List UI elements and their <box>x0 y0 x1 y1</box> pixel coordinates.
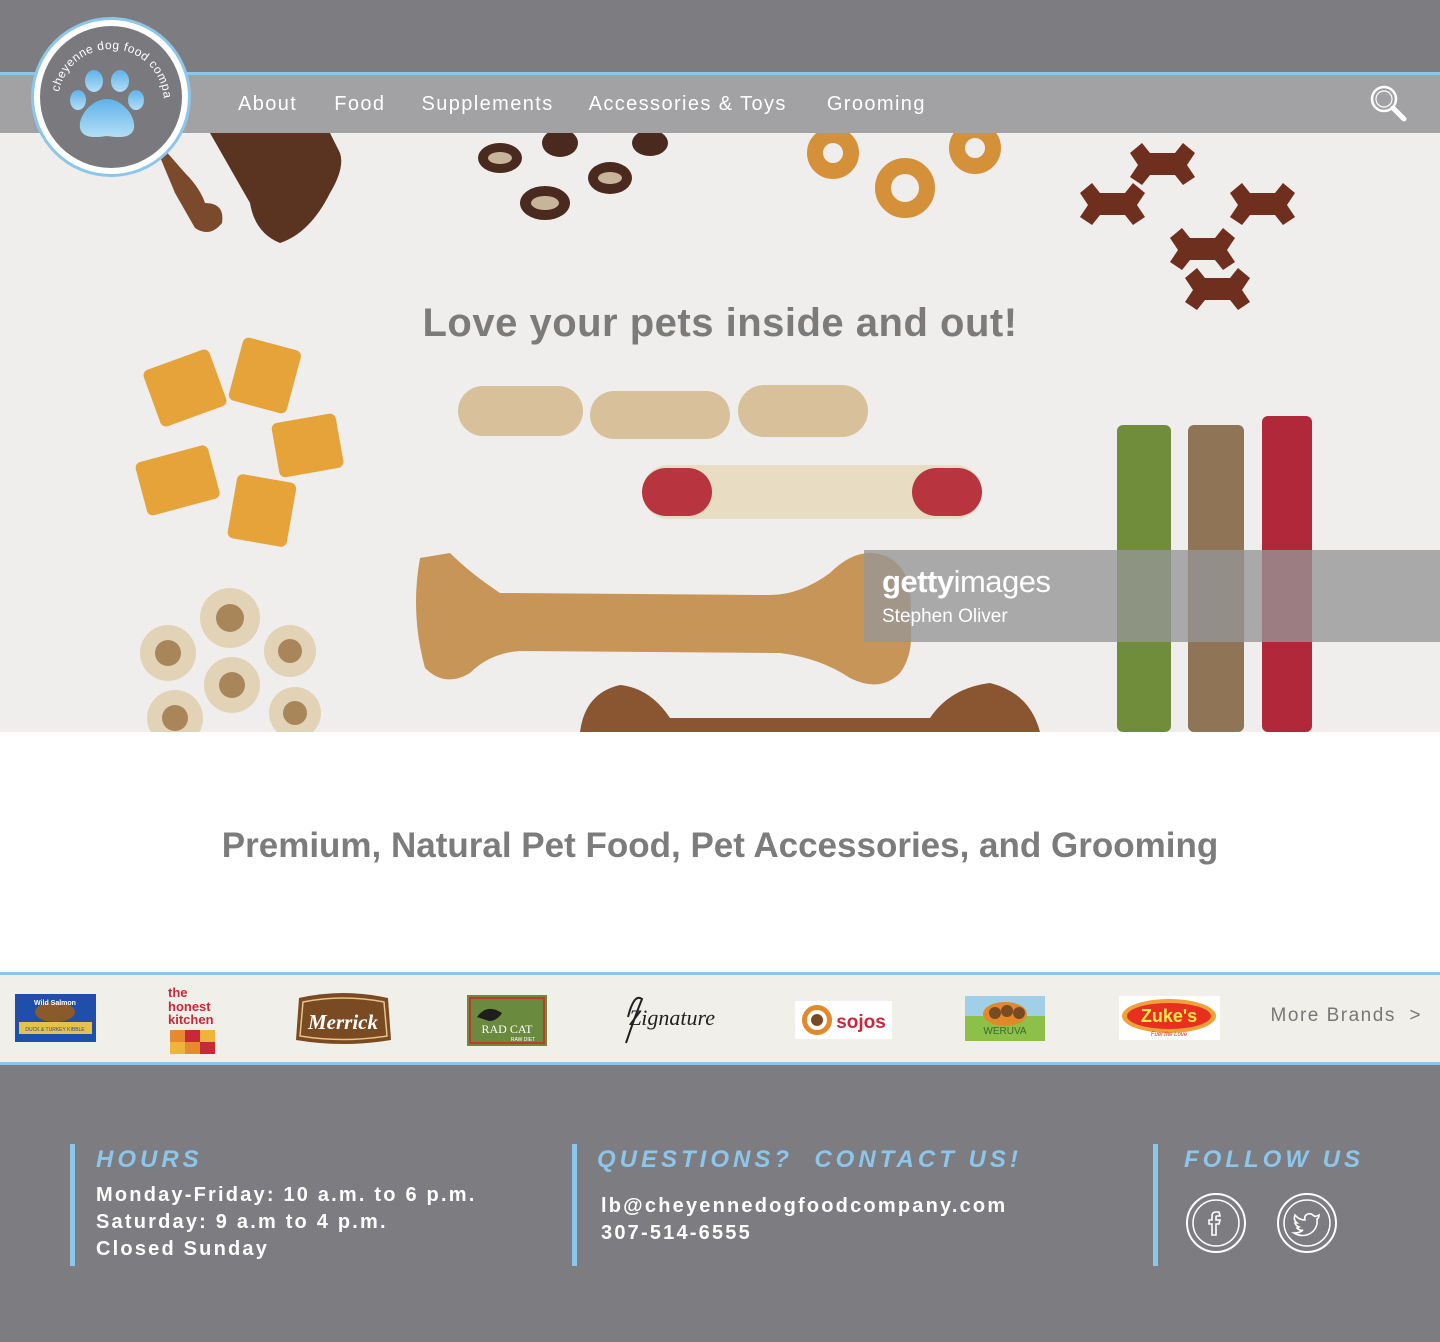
hours-saturday: Saturday: 9 a.m to 4 p.m. <box>96 1211 388 1233</box>
site-logo[interactable]: cheyenne dog food company <box>31 17 191 177</box>
tagline: Premium, Natural Pet Food, Pet Accessori… <box>221 826 1219 865</box>
contact-section: QUESTIONS? CONTACT US! lb@cheyennedogfoo… <box>572 1144 1092 1266</box>
watermark-brand-light: images <box>953 564 1051 599</box>
brand-zukes-caption: Fuel the Love <box>1151 1032 1188 1038</box>
brand-logo-weruva[interactable]: WERUVA <box>965 996 1045 1046</box>
watermark-brand-bold: getty <box>882 564 954 599</box>
watermark-brand: gettyimages <box>882 564 1051 600</box>
main-nav: About Food Supplements Accessories & Toy… <box>0 72 1440 133</box>
svg-text:cheyenne dog food company: cheyenne dog food company <box>34 20 175 99</box>
brand-sojos-name: sojos <box>836 1012 886 1033</box>
facebook-icon[interactable] <box>1186 1193 1246 1253</box>
nav-item-accessories-toys[interactable]: Accessories & Toys <box>589 93 787 116</box>
getty-watermark: gettyimages Stephen Oliver <box>864 550 1440 642</box>
brand-wild-salmon-name: Wild Salmon <box>34 1000 76 1007</box>
brand-merrick-name: Merrick <box>307 1010 378 1034</box>
chevron-right-icon: > <box>1409 1005 1422 1026</box>
site-footer: HOURS Monday-Friday: 10 a.m. to 6 p.m. S… <box>0 1065 1440 1342</box>
nav-item-grooming[interactable]: Grooming <box>827 93 926 116</box>
watermark-credit: Stephen Oliver <box>882 606 1008 627</box>
paw-icon: cheyenne dog food company <box>34 20 175 138</box>
brand-weruva-name: WERUVA <box>983 1026 1026 1037</box>
hours-sunday: Closed Sunday <box>96 1238 270 1260</box>
nav-item-about[interactable]: About <box>238 93 297 116</box>
brand-logo-rad-cat[interactable]: RAD CAT RAW DIET <box>467 995 547 1051</box>
nav-item-supplements[interactable]: Supplements <box>421 93 553 116</box>
hero-banner: Love your pets inside and out! gettyimag… <box>0 133 1440 732</box>
brand-logo-zukes[interactable]: Zuke's Fuel the Love <box>1119 996 1220 1045</box>
brands-strip: Wild Salmon DUCK & TURKEY KIBBLE the hon… <box>0 972 1440 1065</box>
brand-zignature-name: Zignature <box>629 1005 715 1030</box>
hero-image <box>135 133 1312 732</box>
brand-zukes-name: Zuke's <box>1141 1006 1197 1026</box>
logo-text: cheyenne dog food company <box>34 20 174 99</box>
nav-item-food[interactable]: Food <box>334 93 385 116</box>
brand-logo-zignature[interactable]: Zignature <box>620 989 724 1054</box>
brand-radcat-name: RAD CAT <box>481 1022 533 1036</box>
follow-heading: FOLLOW US <box>1184 1146 1364 1173</box>
brand-logo-sojos[interactable]: sojos <box>795 1001 892 1044</box>
brand-logo-merrick[interactable]: Merrick <box>293 992 394 1051</box>
top-strip <box>0 0 1440 72</box>
brand-hk-line1: the <box>168 985 188 1000</box>
search-icon[interactable] <box>1368 83 1408 123</box>
hero-title: Love your pets inside and out! <box>422 301 1018 345</box>
brand-logo-honest-kitchen[interactable]: the honest kitchen <box>168 982 220 1061</box>
contact-phone-link[interactable]: 307-514-6555 <box>601 1220 1092 1247</box>
hours-section: HOURS Monday-Friday: 10 a.m. to 6 p.m. S… <box>70 1144 540 1266</box>
hours-list: Monday-Friday: 10 a.m. to 6 p.m. Saturda… <box>75 1182 540 1263</box>
nav-links: About Food Supplements Accessories & Toy… <box>238 75 926 133</box>
follow-section: FOLLOW US <box>1153 1144 1393 1266</box>
contact-details: lb@cheyennedogfoodcompany.com 307-514-65… <box>577 1193 1092 1247</box>
brand-wild-salmon-caption: DUCK & TURKEY KIBBLE <box>25 1027 85 1033</box>
more-brands-label: More Brands <box>1270 1005 1396 1026</box>
hours-weekday: Monday-Friday: 10 a.m. to 6 p.m. <box>96 1184 477 1206</box>
contact-email-link[interactable]: lb@cheyennedogfoodcompany.com <box>601 1193 1092 1220</box>
more-brands-link[interactable]: More Brands > <box>1271 1005 1422 1027</box>
brand-radcat-caption: RAW DIET <box>511 1037 535 1043</box>
twitter-icon[interactable] <box>1277 1193 1337 1253</box>
brand-logo-wild-salmon[interactable]: Wild Salmon DUCK & TURKEY KIBBLE <box>15 994 96 1047</box>
brand-hk-line3: kitchen <box>168 1012 214 1027</box>
hours-heading: HOURS <box>96 1146 203 1173</box>
contact-heading: QUESTIONS? CONTACT US! <box>597 1146 1022 1173</box>
